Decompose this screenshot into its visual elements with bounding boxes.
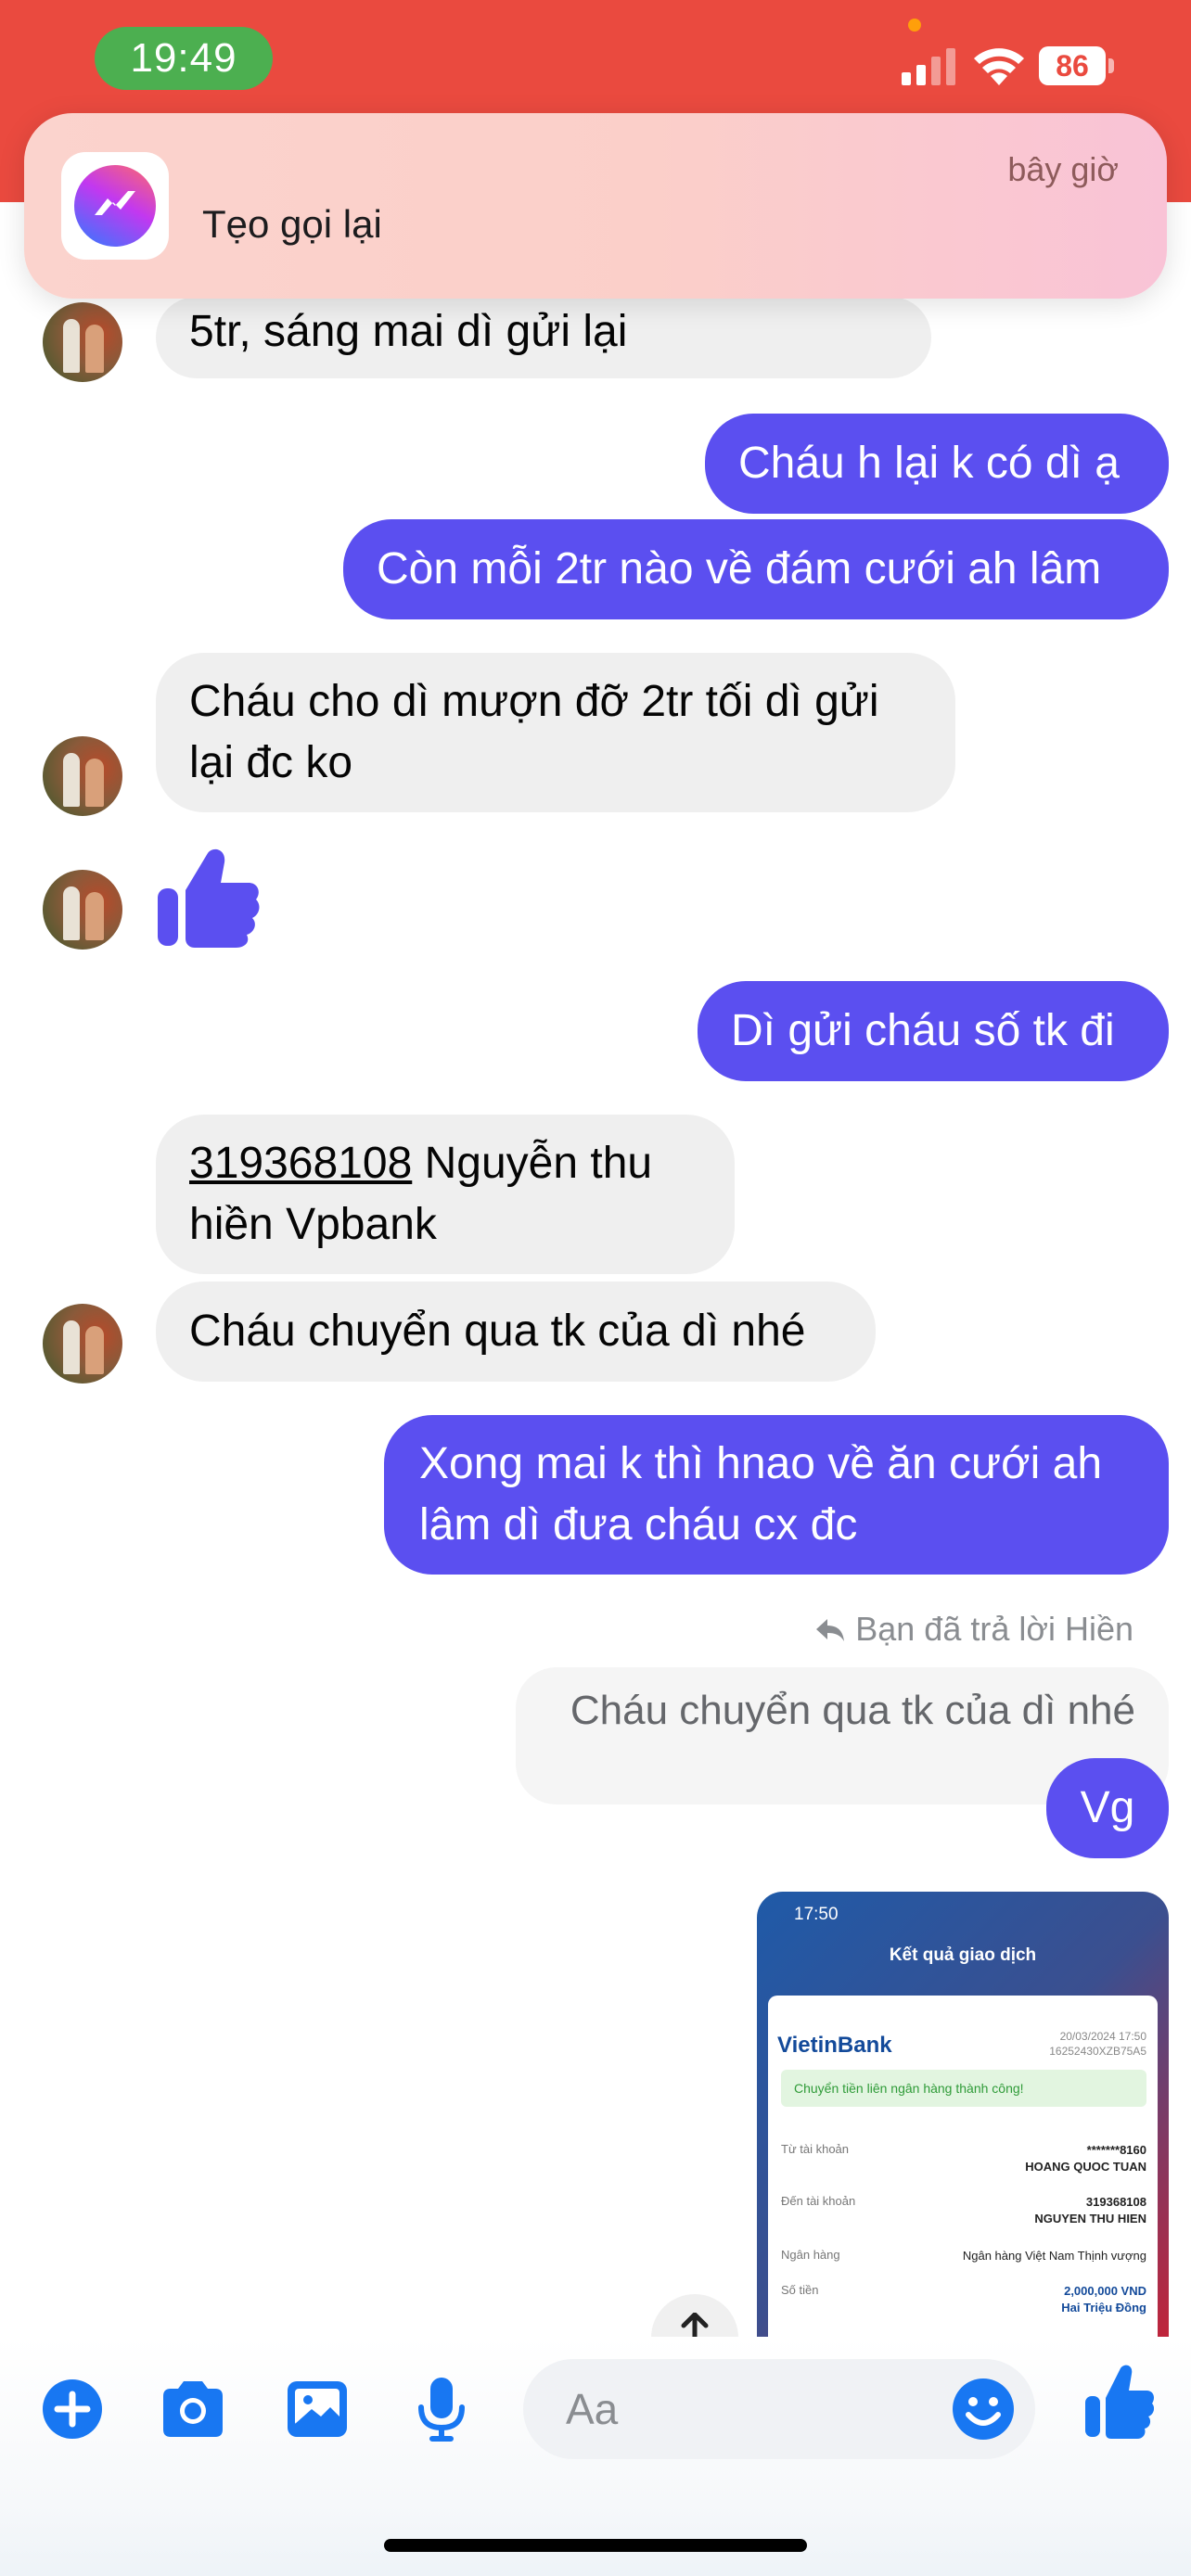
privacy-dot-icon [908,19,921,32]
message-line: 319368108 Nguyễn thu [189,1133,701,1194]
bank-logo: VietinBank [777,2033,892,2058]
account-number-link[interactable]: 319368108 [189,1139,412,1188]
contact-avatar[interactable] [43,870,122,950]
message-line: Cháu cho dì mượn đỡ 2tr tối dì gửi [189,677,879,726]
incoming-message[interactable]: 5tr, sáng mai dì gửi lại [156,297,931,378]
transaction-card: VietinBank 20/03/2024 17:50 16252430XZB7… [768,1996,1158,2337]
transaction-date: 20/03/2024 17:50 16252430XZB75A5 [1049,2029,1146,2059]
transaction-row: Từ tài khoản *******8160 HOANG QUOC TUAN [781,2142,1146,2174]
row-value: 2,000,000 VND Hai Triệu Đồng [1061,2284,1146,2315]
message-line: hiền Vpbank [189,1200,437,1249]
contact-avatar[interactable] [43,736,122,816]
shared-image-header: Kết quả giao dịch [889,1945,1037,1965]
row-label: Ngân hàng [781,2248,840,2262]
outgoing-message[interactable]: Còn mỗi 2tr nào về đám cưới ah lâm [343,519,1169,619]
row-label: Số tiền [781,2283,819,2297]
outgoing-message[interactable]: Vg [1046,1758,1169,1858]
transaction-row: Ngân hàng Ngân hàng Việt Nam Thịnh vượng [781,2248,1146,2263]
message-input[interactable] [566,2381,955,2437]
incoming-message[interactable]: 319368108 Nguyễn thu hiền Vpbank [156,1115,735,1274]
notification-time: bây giờ [1007,150,1119,188]
row-value: *******8160 HOANG QUOC TUAN [1025,2143,1146,2174]
row-value: Ngân hàng Việt Nam Thịnh vượng [962,2249,1146,2263]
message-line: lại đc ko [189,738,353,787]
message-text: Nguyễn thu [412,1139,653,1188]
outgoing-message[interactable]: Dì gửi cháu số tk đi [698,981,1169,1081]
row-label: Từ tài khoản [781,2142,850,2156]
message-line: lâm dì đưa cháu cx đc [419,1500,858,1549]
cellular-signal-icon [902,48,955,85]
reply-label: Bạn đã trả lời Hiền [855,1610,1133,1648]
contact-avatar[interactable] [43,1304,122,1384]
notification-banner[interactable]: Tẹo gọi lại bây giờ [24,113,1167,299]
camera-icon[interactable] [156,2372,230,2446]
status-time: 19:49 [95,27,273,90]
incoming-message[interactable]: Cháu cho dì mượn đỡ 2tr tối dì gửi lại đ… [156,653,955,812]
reply-indicator: Bạn đã trả lời Hiền [814,1610,1133,1649]
shared-image-time: 17:50 [794,1905,839,1924]
transaction-row: Số tiền 2,000,000 VND Hai Triệu Đồng [781,2283,1146,2315]
message-line: Xong mai k thì hnao về ăn cưới ah [419,1439,1103,1488]
row-value: 319368108 NGUYEN THU HIEN [1034,2195,1146,2225]
plus-icon[interactable] [35,2372,109,2446]
emoji-icon[interactable] [950,2376,1017,2442]
ref-text: 16252430XZB75A5 [1049,2045,1146,2058]
battery-level: 86 [1039,46,1106,85]
microphone-icon[interactable] [404,2372,479,2446]
outgoing-message[interactable]: Xong mai k thì hnao về ăn cưới ah lâm dì… [384,1415,1169,1575]
row-label: Đến tài khoản [781,2194,856,2208]
transaction-status: Chuyển tiền liên ngân hàng thành công! [781,2070,1146,2107]
thumbs-up-icon[interactable] [1083,2363,1154,2441]
outgoing-message[interactable]: Cháu h lại k có dì ạ [705,414,1169,514]
thumbs-up-sticker-icon[interactable] [154,844,262,951]
notification-title: Tẹo gọi lại [202,202,382,246]
shared-image[interactable]: 17:50 Kết quả giao dịch VietinBank 20/03… [757,1892,1169,2337]
battery-nub [1108,58,1114,73]
date-text: 20/03/2024 17:50 [1059,2030,1146,2043]
reply-arrow-icon [816,1619,845,1641]
incoming-message[interactable]: Cháu chuyển qua tk của dì nhé [156,1282,876,1382]
contact-avatar[interactable] [43,302,122,382]
transaction-row: Đến tài khoản 319368108 NGUYEN THU HIEN [781,2194,1146,2225]
battery-indicator: 86 [1039,46,1115,85]
image-icon[interactable] [280,2372,354,2446]
messenger-app-icon [61,152,169,260]
home-indicator[interactable] [384,2539,807,2552]
wifi-icon [974,48,1024,85]
